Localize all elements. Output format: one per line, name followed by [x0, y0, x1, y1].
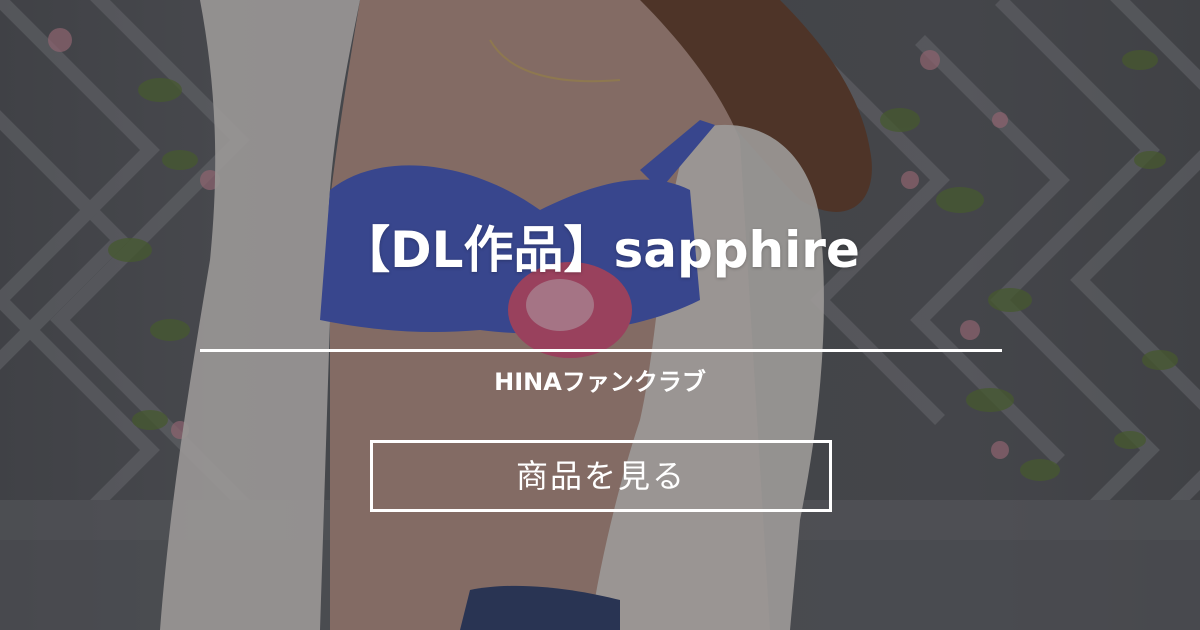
card-content: 【DL作品】sapphire HINAファンクラブ 商品を見る — [0, 0, 1200, 630]
product-title: 【DL作品】sapphire — [340, 221, 860, 279]
creator-name[interactable]: HINAファンクラブ — [0, 362, 1200, 402]
view-product-button[interactable]: 商品を見る — [370, 440, 832, 512]
title-divider — [200, 349, 1002, 352]
ogp-card: 【DL作品】sapphire HINAファンクラブ 商品を見る — [0, 0, 1200, 630]
